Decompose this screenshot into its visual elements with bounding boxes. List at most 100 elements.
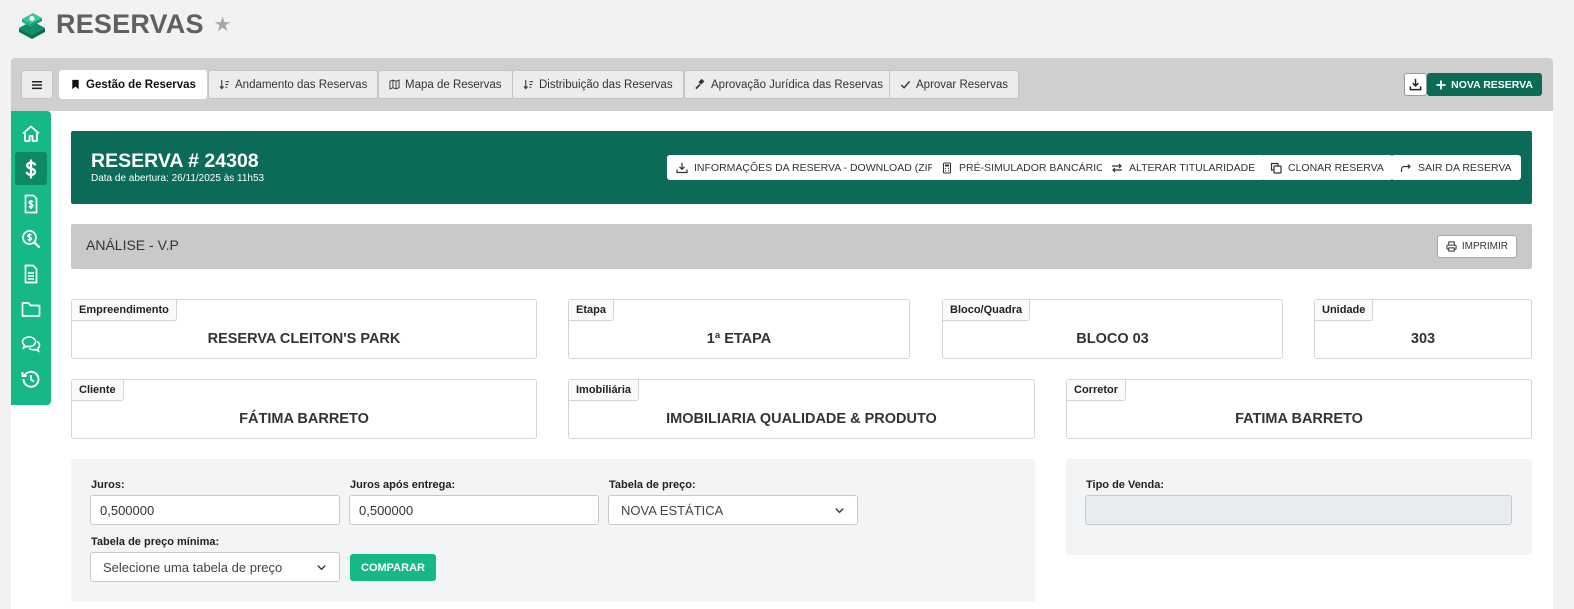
- card-corretor: Corretor FATIMA BARRETO: [1066, 379, 1532, 439]
- tab-label: Andamento das Reservas: [235, 78, 368, 91]
- download-zip-button[interactable]: INFORMAÇÕES DA RESERVA - DOWNLOAD (ZIP): [667, 155, 948, 180]
- pre-simulator-button[interactable]: PRÉ-SIMULADOR BANCÁRIO: [932, 155, 1114, 180]
- etapa-label: Etapa: [569, 300, 614, 321]
- download-zip-label: INFORMAÇÕES DA RESERVA - DOWNLOAD (ZIP): [694, 161, 939, 174]
- bookmark-icon: [72, 79, 79, 90]
- juros-label: Juros:: [91, 479, 125, 491]
- change-holder-label: ALTERAR TITULARIDADE: [1129, 161, 1256, 174]
- bloco-label: Bloco/Quadra: [943, 300, 1031, 321]
- calculator-icon: [942, 161, 952, 174]
- juros-input[interactable]: 0,500000: [90, 495, 340, 525]
- etapa-value: 1ª ETAPA: [706, 331, 772, 347]
- chevron-down-icon: [835, 507, 844, 513]
- hamburger-icon: [32, 80, 42, 89]
- history-icon: [21, 370, 40, 388]
- bloco-value: BLOCO 03: [1076, 331, 1149, 347]
- invoice-icon: [24, 194, 38, 213]
- change-holder-button[interactable]: ALTERAR TITULARIDADE: [1102, 155, 1265, 180]
- tab-label: Mapa de Reservas: [405, 78, 502, 91]
- download-button[interactable]: [1404, 73, 1427, 96]
- juros-entrega-label: Juros após entrega:: [350, 479, 456, 491]
- tab-label: Gestão de Reservas: [86, 78, 196, 91]
- clone-reservation-button[interactable]: CLONAR RESERVA: [1261, 155, 1393, 180]
- nav-documents[interactable]: [15, 257, 47, 290]
- print-button[interactable]: IMPRIMIR: [1436, 235, 1517, 258]
- reservation-title: RESERVA # 24308: [91, 150, 259, 172]
- app-header: RESERVAS ★: [16, 6, 232, 42]
- unidade-value: 303: [1410, 331, 1436, 347]
- reservas-logo-icon: [19, 13, 45, 39]
- share-arrow-icon: [1400, 163, 1411, 172]
- tipo-venda-input[interactable]: [1085, 495, 1512, 525]
- card-cliente: Cliente FÁTIMA BARRETO: [71, 379, 537, 439]
- gavel-icon: [695, 79, 705, 90]
- juros-entrega-input[interactable]: 0,500000: [349, 495, 599, 525]
- compare-button[interactable]: COMPARAR: [350, 554, 436, 581]
- nav-history[interactable]: [15, 362, 47, 395]
- cliente-label: Cliente: [72, 380, 124, 401]
- pre-simulator-label: PRÉ-SIMULADOR BANCÁRIO: [959, 161, 1105, 174]
- search-dollar-icon: [22, 229, 41, 248]
- document-icon: [24, 264, 38, 283]
- tabela-minima-value: Selecione uma tabela de preço: [103, 559, 283, 575]
- tipo-venda-label: Tipo de Venda:: [1086, 479, 1165, 491]
- tabela-preco-label: Tabela de preço:: [609, 479, 696, 491]
- tabela-minima-label: Tabela de preço mínima:: [91, 536, 220, 548]
- analysis-title: ANÁLISE - V.P: [86, 237, 179, 253]
- folder-icon: [21, 301, 41, 317]
- card-empreendimento: Empreendimento RESERVA CLEITON'S PARK: [71, 299, 537, 359]
- corretor-label: Corretor: [1067, 380, 1127, 401]
- nav-chat[interactable]: [15, 327, 47, 360]
- plus-icon: [1436, 80, 1446, 89]
- tab-distribuicao-reservas[interactable]: Distribuição das Reservas: [512, 70, 684, 99]
- unidade-label: Unidade: [1315, 300, 1374, 321]
- reservation-banner: RESERVA # 24308 Data de abertura: 26/11/…: [71, 131, 1532, 204]
- imobiliaria-value: IMOBILIARIA QUALIDADE & PRODUTO: [666, 411, 937, 427]
- print-label: IMPRIMIR: [1461, 241, 1508, 252]
- card-unidade: Unidade 303: [1314, 299, 1532, 359]
- printer-icon: [1446, 241, 1457, 252]
- sort-icon: [523, 79, 534, 90]
- menu-toggle-button[interactable]: [21, 70, 53, 99]
- nav-financeiro[interactable]: [15, 152, 47, 185]
- app-title: RESERVAS: [56, 8, 204, 39]
- side-nav: [11, 111, 51, 405]
- check-icon: [900, 80, 911, 89]
- exit-reservation-label: SAIR DA RESERVA: [1418, 161, 1512, 174]
- map-icon: [389, 79, 400, 90]
- nav-home[interactable]: [15, 117, 47, 150]
- nav-folder[interactable]: [15, 292, 47, 325]
- home-icon: [22, 125, 40, 142]
- exit-reservation-button[interactable]: SAIR DA RESERVA: [1391, 155, 1521, 180]
- page: RESERVAS ★ Gestão de Reservas Andamento …: [0, 0, 1574, 609]
- nav-search-finance[interactable]: [15, 222, 47, 255]
- cliente-value: FÁTIMA BARRETO: [239, 411, 369, 427]
- chat-icon: [21, 335, 41, 353]
- tabela-preco-value: NOVA ESTÁTICA: [621, 502, 724, 518]
- swap-icon: [1112, 163, 1122, 172]
- card-etapa: Etapa 1ª ETAPA: [568, 299, 910, 359]
- tabela-minima-select[interactable]: Selecione uma tabela de preço: [90, 552, 340, 582]
- star-icon[interactable]: ★: [214, 12, 232, 36]
- rates-panel: Juros: 0,500000 Juros após entrega: 0,50…: [71, 459, 1035, 602]
- new-reservation-label: NOVA RESERVA: [1451, 78, 1533, 91]
- tab-andamento-reservas[interactable]: Andamento das Reservas: [208, 70, 379, 99]
- empreendimento-label: Empreendimento: [72, 300, 177, 321]
- tab-label: Aprovar Reservas: [916, 78, 1009, 91]
- new-reservation-button[interactable]: NOVA RESERVA: [1427, 73, 1542, 96]
- imobiliaria-label: Imobiliária: [569, 380, 640, 401]
- tab-aprovacao-juridica[interactable]: Aprovação Jurídica das Reservas: [684, 70, 894, 99]
- dollar-icon: [25, 158, 37, 179]
- tab-mapa-reservas[interactable]: Mapa de Reservas: [378, 70, 513, 99]
- tab-aprovar-reservas[interactable]: Aprovar Reservas: [889, 70, 1020, 99]
- tab-gestao-reservas[interactable]: Gestão de Reservas: [59, 70, 207, 99]
- analysis-header: ANÁLISE - V.P IMPRIMIR: [71, 224, 1532, 269]
- card-imobiliaria: Imobiliária IMOBILIARIA QUALIDADE & PROD…: [568, 379, 1035, 439]
- reservation-opened-date: Data de abertura: 26/11/2025 às 11h53: [91, 173, 265, 184]
- card-bloco-quadra: Bloco/Quadra BLOCO 03: [942, 299, 1283, 359]
- tabela-preco-select[interactable]: NOVA ESTÁTICA: [608, 495, 858, 525]
- tab-bar: Gestão de Reservas Andamento das Reserva…: [11, 58, 1553, 111]
- sale-type-panel: Tipo de Venda:: [1066, 459, 1532, 555]
- nav-invoice[interactable]: [15, 187, 47, 220]
- corretor-value: FATIMA BARRETO: [1235, 411, 1363, 427]
